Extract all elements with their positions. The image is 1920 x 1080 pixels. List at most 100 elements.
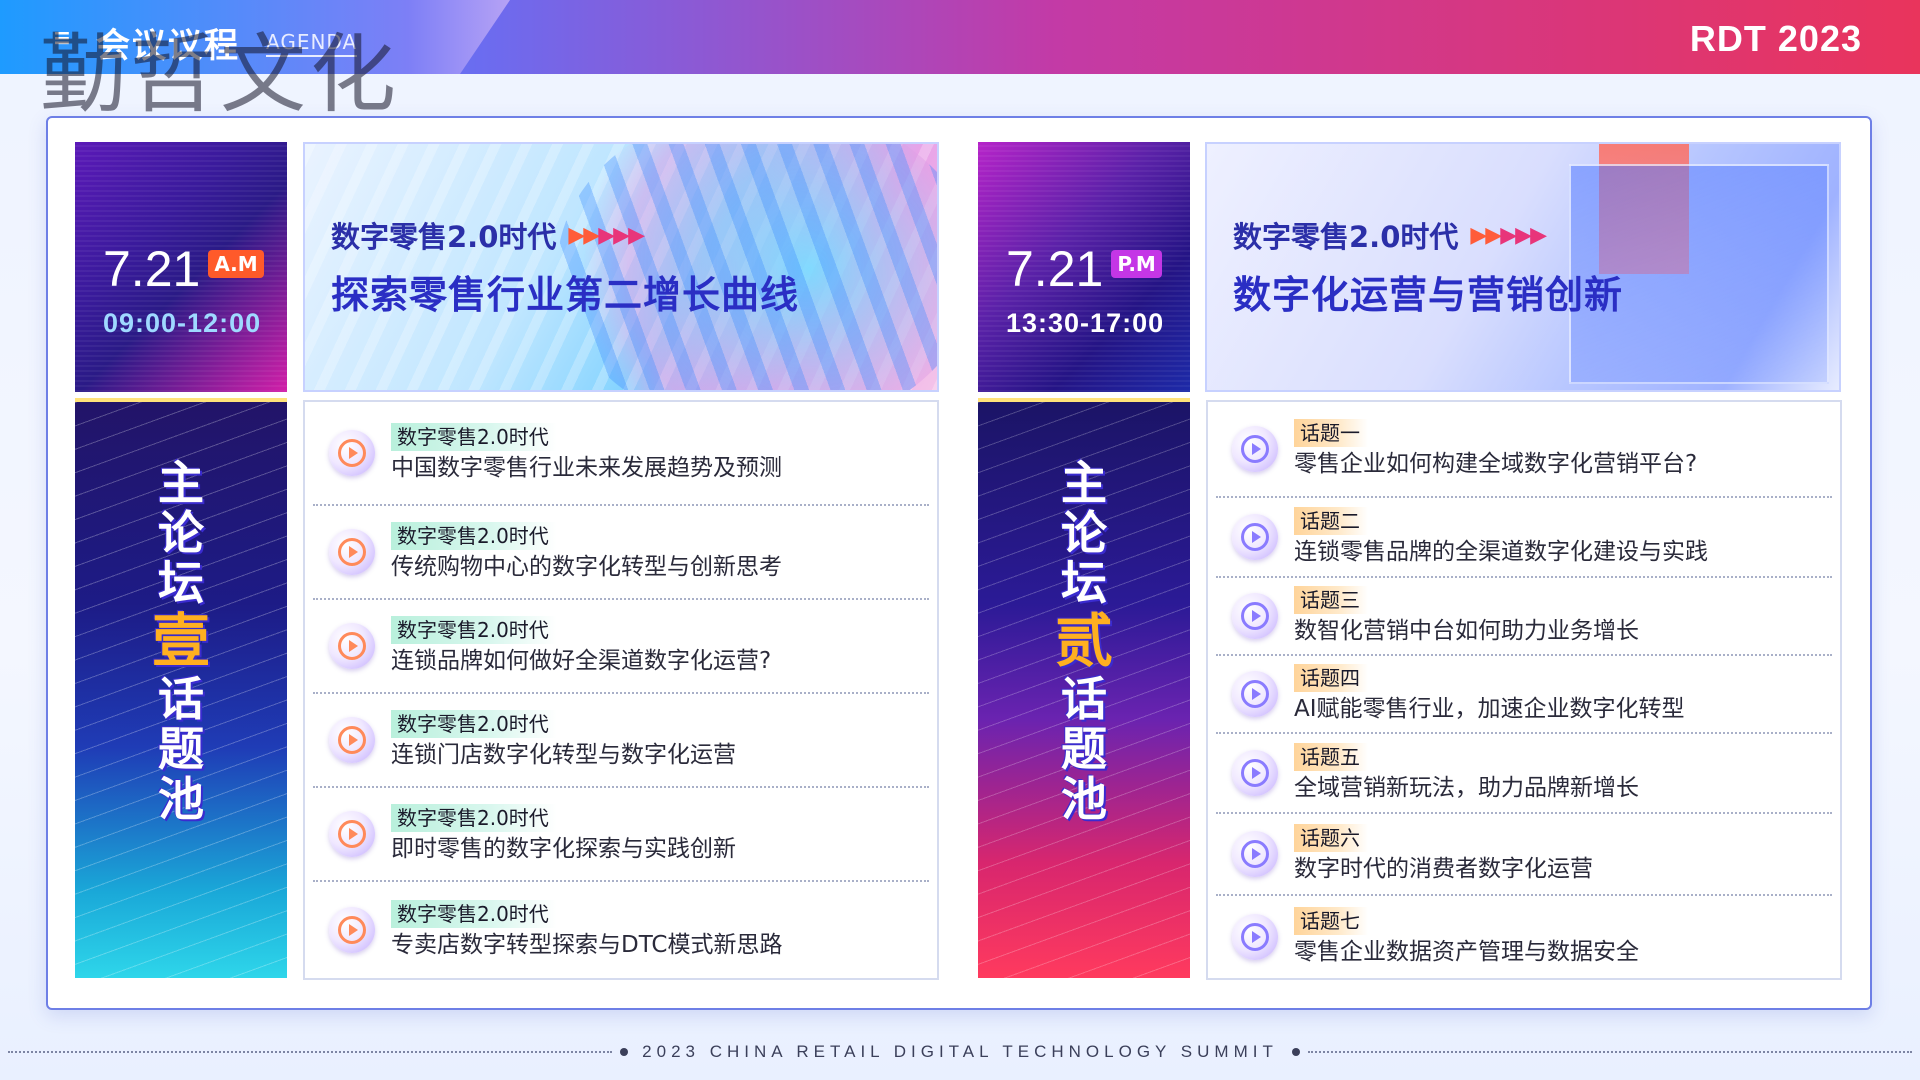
forum-char: 题 [158,722,204,776]
afternoon-date: 7.21 [1006,241,1104,297]
forum-one-title: 主 论 坛 壹 话 题 池 [75,458,287,824]
afternoon-date-block: 7.21 P.M 13:30-17:00 [978,142,1190,392]
forum-char: 话 [158,672,204,726]
topic-item[interactable]: 话题四 AI赋能零售行业，加速企业数字化转型 [1216,656,1832,734]
page-subtitle: AGENDA [266,30,358,57]
topic-desc: 传统购物中心的数字化转型与创新思考 [391,554,782,580]
afternoon-date-row: 7.21 P.M [1006,244,1162,294]
topic-tag: 话题二 [1294,507,1368,535]
topic-item[interactable]: 数字零售2.0时代 专卖店数字转型探索与DTC模式新思路 [313,882,929,978]
play-icon [1232,671,1278,717]
topic-item[interactable]: 数字零售2.0时代 传统购物中心的数字化转型与创新思考 [313,506,929,600]
topic-item[interactable]: 数字零售2.0时代 连锁品牌如何做好全渠道数字化运营? [313,600,929,694]
topic-desc: 全域营销新玩法，助力品牌新增长 [1294,775,1639,801]
page-title: 会议议程 [96,26,240,66]
morning-banner-kicker: 数字零售2.0时代 ▶▶▶▶▶ [331,214,645,256]
morning-time: 09:00-12:00 [103,308,262,338]
topic-item[interactable]: 数字零售2.0时代 中国数字零售行业未来发展趋势及预测 [313,402,929,506]
topic-desc: 连锁门店数字化转型与数字化运营 [391,742,736,768]
afternoon-banner-kicker-text: 数字零售2.0时代 [1233,220,1459,254]
play-icon [329,623,375,669]
topic-desc: 连锁品牌如何做好全渠道数字化运营? [391,648,772,674]
topic-tag: 数字零售2.0时代 [391,423,557,451]
header-bar: ≡ 会议议程 AGENDA RDT 2023 [0,0,1920,74]
event-name: RDT 2023 [1689,18,1862,59]
forum-char: 坛 [1061,556,1107,610]
play-icon [329,907,375,953]
forum-char: 池 [1061,772,1107,826]
play-icon [1232,831,1278,877]
afternoon-time: 13:30-17:00 [1006,308,1165,338]
play-icon [1232,914,1278,960]
forum-char: 题 [1061,722,1107,776]
topic-item[interactable]: 数字零售2.0时代 即时零售的数字化探索与实践创新 [313,788,929,882]
topic-desc: 零售企业数据资产管理与数据安全 [1294,939,1639,965]
play-icon [1232,750,1278,796]
topic-desc: 零售企业如何构建全域数字化营销平台? [1294,451,1698,477]
topic-item[interactable]: 话题一 零售企业如何构建全域数字化营销平台? [1216,402,1832,498]
topic-desc: 中国数字零售行业未来发展趋势及预测 [391,455,782,481]
arrows-icon: ▶▶▶▶▶ [568,222,645,248]
forum-char: 主 [158,456,204,510]
play-icon [329,430,375,476]
forum-char: 坛 [158,556,204,610]
footer-text: 2023 CHINA RETAIL DIGITAL TECHNOLOGY SUM… [642,1042,1278,1061]
topic-desc: 数字时代的消费者数字化运营 [1294,856,1593,882]
topic-tag: 数字零售2.0时代 [391,616,557,644]
topic-item[interactable]: 话题三 数智化营销中台如何助力业务增长 [1216,578,1832,656]
forum-two-panel: 主 论 坛 贰 话 题 池 [978,398,1190,978]
play-icon [329,811,375,857]
topic-tag: 话题三 [1294,586,1368,614]
play-icon [329,529,375,575]
forum-two-title: 主 论 坛 贰 话 题 池 [978,458,1190,824]
arrows-icon: ▶▶▶▶▶ [1470,222,1547,248]
morning-topic-list: 数字零售2.0时代 中国数字零售行业未来发展趋势及预测 数字零售2.0时代 传统… [303,400,939,980]
topic-item[interactable]: 话题二 连锁零售品牌的全渠道数字化建设与实践 [1216,498,1832,578]
afternoon-banner-kicker: 数字零售2.0时代 ▶▶▶▶▶ [1233,214,1547,256]
topic-item[interactable]: 话题五 全域营销新玩法，助力品牌新增长 [1216,734,1832,814]
agenda-logo-icon: ≡ [52,25,72,51]
play-icon [1232,593,1278,639]
topic-desc: 连锁零售品牌的全渠道数字化建设与实践 [1294,539,1708,565]
morning-date-block: 7.21 A.M 09:00-12:00 [75,142,287,392]
footer-dot [620,1048,629,1056]
topic-desc: AI赋能零售行业，加速企业数字化转型 [1294,696,1685,722]
topic-tag: 话题五 [1294,743,1368,771]
play-icon [329,717,375,763]
topic-tag: 数字零售2.0时代 [391,522,557,550]
morning-banner: 数字零售2.0时代 ▶▶▶▶▶ 探索零售行业第二增长曲线 [303,142,939,392]
forum-char: 论 [1061,506,1107,560]
topic-desc: 即时零售的数字化探索与实践创新 [391,836,736,862]
forum-char: 话 [1061,672,1107,726]
topic-item[interactable]: 数字零售2.0时代 连锁门店数字化转型与数字化运营 [313,694,929,788]
topic-tag: 数字零售2.0时代 [391,804,557,832]
morning-period-badge: A.M [208,250,264,278]
morning-date: 7.21 [103,241,201,297]
footer-divider [8,1051,613,1053]
footer: 2023 CHINA RETAIL DIGITAL TECHNOLOGY SUM… [0,1040,1920,1064]
topic-desc: 专卖店数字转型探索与DTC模式新思路 [391,932,783,958]
forum-number: 壹 [151,607,210,675]
forum-one-panel: 主 论 坛 壹 话 题 池 [75,398,287,978]
morning-banner-kicker-text: 数字零售2.0时代 [331,220,557,254]
topic-desc: 数智化营销中台如何助力业务增长 [1294,618,1639,644]
play-icon [1232,514,1278,560]
forum-number: 贰 [1054,607,1113,675]
morning-date-row: 7.21 A.M [103,244,264,294]
forum-char: 池 [158,772,204,826]
topic-tag: 数字零售2.0时代 [391,900,557,928]
topic-item[interactable]: 话题七 零售企业数据资产管理与数据安全 [1216,896,1832,978]
afternoon-topic-list: 话题一 零售企业如何构建全域数字化营销平台? 话题二 连锁零售品牌的全渠道数字化… [1206,400,1842,980]
topic-tag: 话题六 [1294,824,1368,852]
footer-dot [1291,1048,1300,1056]
morning-banner-title: 探索零售行业第二增长曲线 [331,273,800,317]
forum-char: 主 [1061,456,1107,510]
afternoon-banner: 数字零售2.0时代 ▶▶▶▶▶ 数字化运营与营销创新 [1205,142,1841,392]
forum-char: 论 [158,506,204,560]
topic-item[interactable]: 话题六 数字时代的消费者数字化运营 [1216,814,1832,896]
play-icon [1232,426,1278,472]
afternoon-banner-title: 数字化运营与营销创新 [1233,273,1624,317]
afternoon-period-badge: P.M [1111,250,1162,278]
topic-tag: 数字零售2.0时代 [391,710,557,738]
topic-tag: 话题四 [1294,664,1368,692]
